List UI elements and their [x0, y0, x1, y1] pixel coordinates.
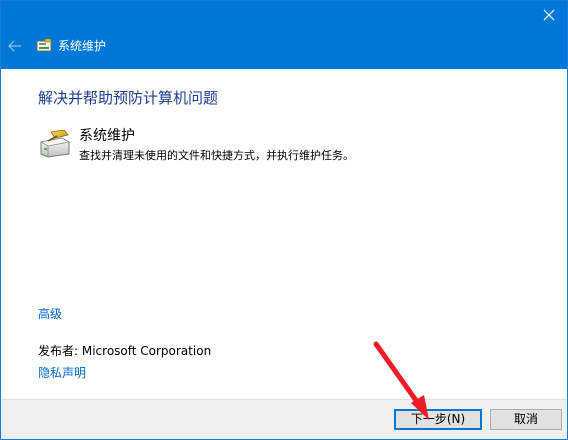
back-arrow-icon[interactable]	[7, 39, 23, 53]
content-area: 解决并帮助预防计算机问题 系统维护 查找并清理未使用的文件和快捷方式，并执行维护…	[1, 69, 567, 399]
window-title: 系统维护	[58, 39, 107, 53]
button-bar: 下一步(N) 取消	[1, 399, 567, 439]
advanced-link[interactable]: 高级	[38, 306, 62, 322]
item-title: 系统维护	[79, 128, 135, 144]
cancel-button[interactable]: 取消	[490, 409, 562, 430]
maintenance-icon	[39, 130, 71, 158]
close-icon[interactable]	[541, 7, 557, 23]
title-bar: 系统维护	[1, 1, 567, 69]
next-button[interactable]: 下一步(N)	[394, 409, 482, 430]
publisher-text: 发布者: Microsoft Corporation	[38, 344, 212, 358]
privacy-statement-link[interactable]: 隐私声明	[38, 365, 86, 381]
item-description: 查找并清理未使用的文件和快捷方式，并执行维护任务。	[79, 149, 354, 162]
page-heading: 解决并帮助预防计算机问题	[38, 89, 219, 107]
dialog-window: 系统维护 解决并帮助预防计算机问题 系统维护 查找并清理未使用的文件和快捷方式，…	[0, 0, 568, 440]
maintenance-icon	[36, 38, 52, 52]
